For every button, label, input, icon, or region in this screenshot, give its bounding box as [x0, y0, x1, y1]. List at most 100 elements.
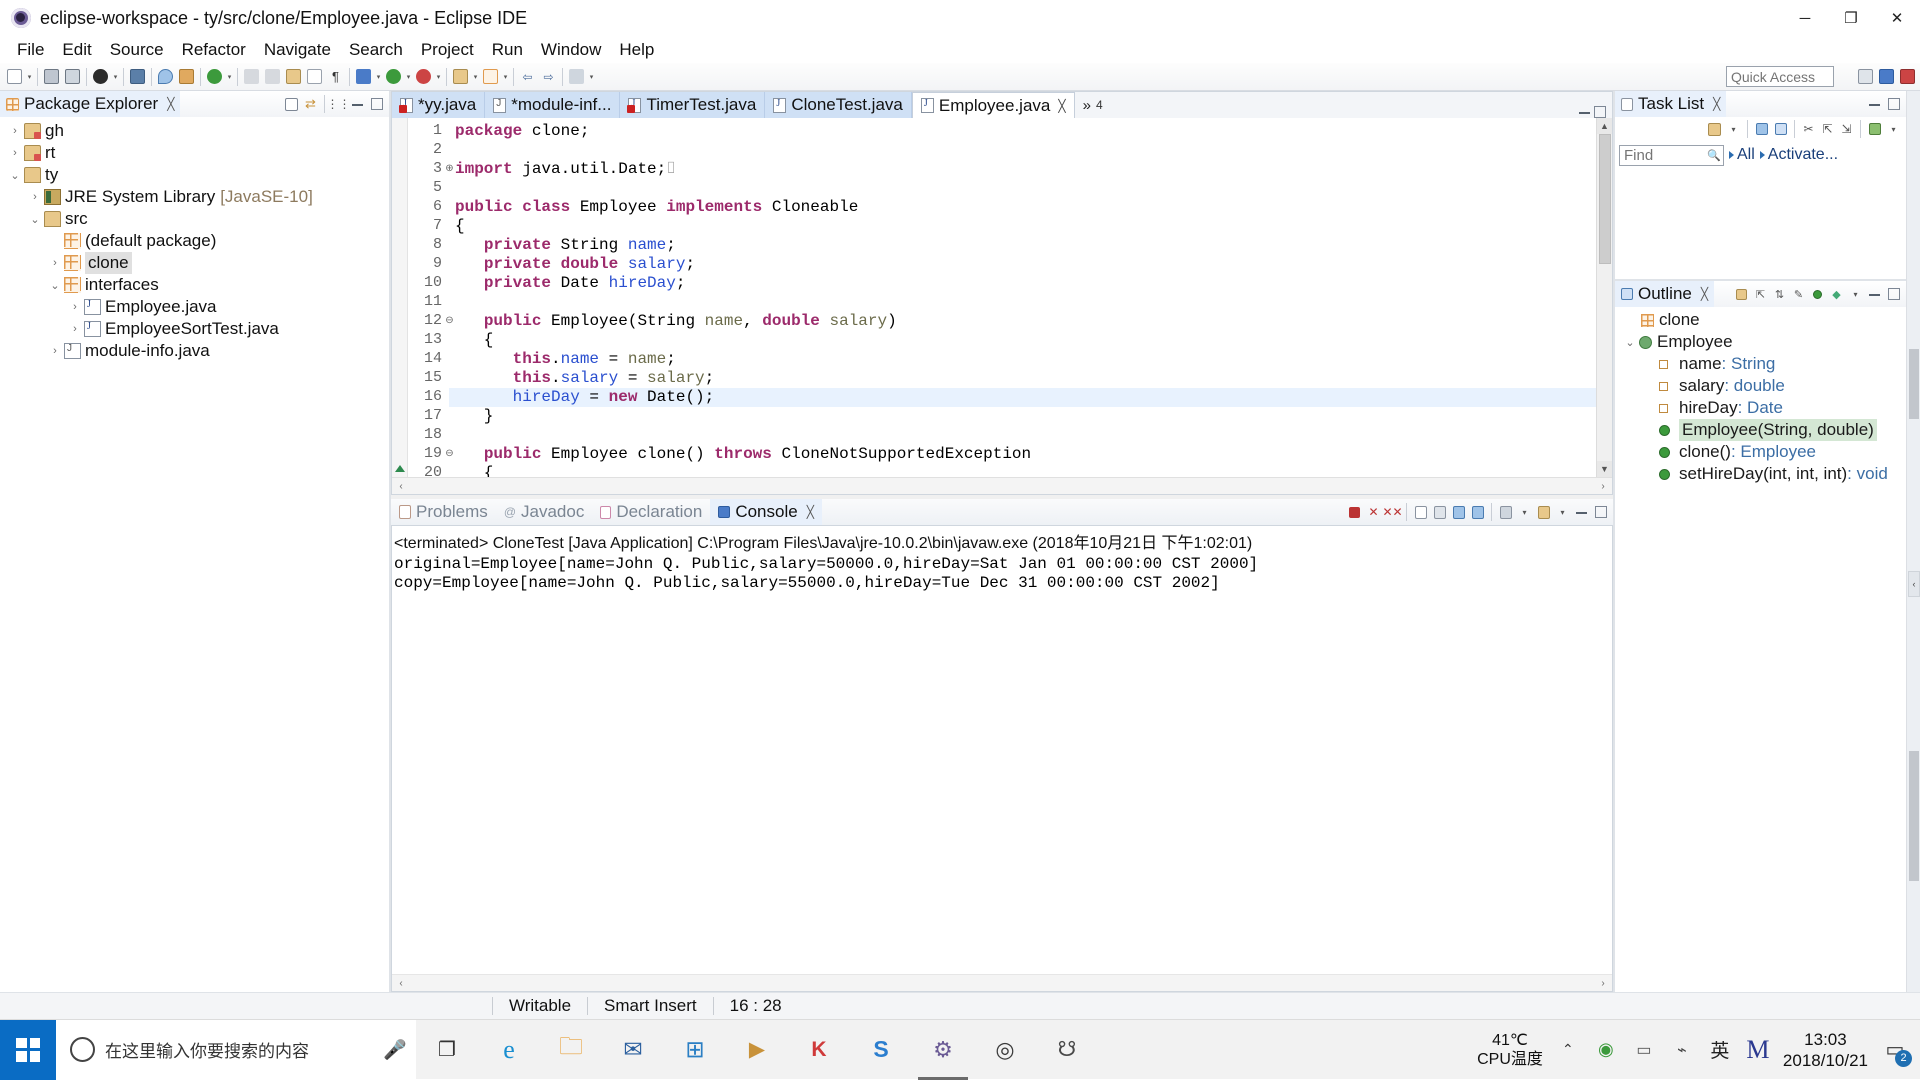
hide-static-icon[interactable] [1809, 285, 1826, 303]
link-with-editor-icon[interactable]: ⇄ [302, 95, 319, 113]
outline-item[interactable]: name : String [1615, 353, 1906, 375]
tree-row[interactable]: › rt [0, 142, 389, 164]
maximize-view-icon[interactable] [1885, 95, 1902, 113]
menu-file[interactable]: File [8, 38, 53, 62]
run-external-arrow[interactable]: ▾ [225, 66, 234, 88]
outline-item[interactable]: setHireDay(int, int, int) : void [1615, 463, 1906, 485]
editor-horizontal-scrollbar[interactable]: ‹ › [392, 477, 1612, 494]
remove-launch-icon[interactable]: ✕ [1365, 503, 1382, 521]
collapse-all-icon[interactable]: ⇱ [1819, 120, 1836, 138]
view-menu-icon[interactable]: ⋮⋮ [327, 95, 351, 113]
close-icon[interactable]: ╳ [807, 505, 814, 519]
editor-tab-yy[interactable]: *yy.java [392, 92, 486, 118]
outline-tree[interactable]: clone ⌄ Employee name : String salary: … [1615, 307, 1906, 992]
schedule-icon[interactable] [1772, 120, 1789, 138]
menu-help[interactable]: Help [610, 38, 663, 62]
chevron-more-icon[interactable]: » [1083, 97, 1091, 114]
console-output-area[interactable]: <terminated> CloneTest [Java Application… [391, 525, 1613, 992]
twisty-icon[interactable]: › [66, 301, 84, 313]
search-icon[interactable] [155, 66, 176, 88]
task-view-button[interactable]: ❐ [416, 1020, 478, 1080]
tree-row[interactable]: › gh [0, 120, 389, 142]
new-java-project-icon[interactable] [450, 66, 471, 88]
twisty-icon[interactable]: ⌄ [6, 169, 24, 182]
tree-row[interactable]: › EmployeeSortTest.java [0, 318, 389, 340]
terminate-icon[interactable] [1346, 503, 1363, 521]
tab-package-explorer[interactable]: Package Explorer ╳ [0, 91, 181, 117]
editor-tab-employee[interactable]: Employee.java ╳ [911, 92, 1075, 118]
close-icon[interactable]: ╳ [1701, 287, 1708, 301]
twisty-icon[interactable]: › [26, 191, 44, 203]
new-java-arrow[interactable]: ▾ [471, 66, 480, 88]
debug-icon[interactable] [90, 66, 111, 88]
coverage-icon[interactable] [413, 66, 434, 88]
maximize-console-icon[interactable] [1592, 503, 1609, 521]
view-menu-icon[interactable] [1866, 120, 1883, 138]
close-icon[interactable]: ╳ [1713, 97, 1720, 111]
restore-view-icon[interactable]: ‹ [1908, 571, 1920, 597]
tab-outline[interactable]: Outline ╳ [1615, 281, 1715, 307]
battery-icon[interactable]: ▭ [1631, 1037, 1657, 1063]
last-edit-icon[interactable] [283, 66, 304, 88]
minimize-editor-icon[interactable] [1579, 111, 1590, 114]
editor-vertical-scrollbar[interactable]: ▲ ▼ [1596, 118, 1612, 477]
open-type-icon[interactable] [176, 66, 197, 88]
tree-row[interactable]: ⌄ src [0, 208, 389, 230]
antivirus-shield-icon[interactable]: ◉ [1593, 1037, 1619, 1063]
kingsoft-button[interactable]: K [788, 1020, 850, 1080]
tree-row[interactable]: ⌄ ty [0, 164, 389, 186]
coverage-arrow[interactable]: ▾ [434, 66, 443, 88]
microsoft-store-button[interactable]: ⊞ [664, 1020, 726, 1080]
outline-item-constructor[interactable]: Employee(String, double) [1615, 419, 1906, 441]
outline-item[interactable]: clone [1615, 309, 1906, 331]
maximize-editor-icon[interactable] [1594, 106, 1606, 118]
sogou-input-button[interactable]: S [850, 1020, 912, 1080]
tree-row-clone[interactable]: › clone [0, 252, 389, 274]
twisty-icon[interactable]: › [66, 323, 84, 335]
scroll-thumb[interactable] [1599, 134, 1611, 264]
next-annotation-icon[interactable] [241, 66, 262, 88]
search-icon[interactable]: 🔍 [1707, 149, 1721, 162]
editor-tab-clonetest[interactable]: CloneTest.java [765, 92, 912, 118]
categorize-icon[interactable] [1753, 120, 1770, 138]
expand-all-icon[interactable]: ⇲ [1838, 120, 1855, 138]
minimize-view-icon[interactable] [349, 95, 366, 113]
run-arrow[interactable]: ▾ [404, 66, 413, 88]
menu-search[interactable]: Search [340, 38, 412, 62]
editor-tab-timertest[interactable]: TimerTest.java [620, 92, 766, 118]
back-icon[interactable]: ⇦ [517, 66, 538, 88]
microphone-icon[interactable]: 🎤 [374, 1038, 416, 1062]
console-horizontal-scrollbar[interactable]: ‹ › [392, 974, 1612, 991]
tree-row[interactable]: (default package) [0, 230, 389, 252]
tab-task-list[interactable]: Task List ╳ [1615, 91, 1727, 117]
twisty-icon[interactable]: ⌄ [46, 279, 64, 292]
new-task-icon[interactable] [1706, 120, 1723, 138]
open-console-icon[interactable] [1535, 503, 1552, 521]
ime-language-icon[interactable]: 英 [1707, 1037, 1733, 1063]
scroll-right-icon[interactable]: › [1594, 481, 1612, 492]
editor-tab-overflow[interactable]: » 4 [1074, 92, 1111, 118]
onedrive-icon[interactable]: M [1745, 1035, 1771, 1064]
show-hidden-icons-icon[interactable]: ⌃ [1555, 1037, 1581, 1063]
editor-body[interactable]: 1 2 3 ⊕ 5 6 7 8 9 10 11 12 ⊖ 13 14 15 16… [392, 118, 1612, 481]
outline-item[interactable]: ⌄ Employee [1615, 331, 1906, 353]
menu-refactor[interactable]: Refactor [173, 38, 255, 62]
show-console-on-error-icon[interactable] [1469, 503, 1486, 521]
scroll-right-icon[interactable]: › [1594, 978, 1612, 989]
twisty-icon[interactable]: › [6, 147, 24, 159]
clock[interactable]: 13:03 2018/10/21 [1783, 1029, 1868, 1071]
focus-on-active-task-icon[interactable] [1733, 285, 1750, 303]
sort-icon[interactable]: ⇅ [1771, 285, 1788, 303]
video-app-button[interactable]: ▶ [726, 1020, 788, 1080]
tree-row[interactable]: › Employee.java [0, 296, 389, 318]
minimize-console-icon[interactable] [1573, 503, 1590, 521]
rail-thumb-top[interactable] [1909, 349, 1919, 419]
scroll-left-icon[interactable]: ‹ [392, 978, 410, 989]
rail-thumb-bottom[interactable] [1909, 751, 1919, 881]
menu-window[interactable]: Window [532, 38, 610, 62]
tree-row[interactable]: ⌄ interfaces [0, 274, 389, 296]
scroll-down-icon[interactable]: ▼ [1597, 461, 1612, 477]
tree-row[interactable]: › module-info.java [0, 340, 389, 362]
twisty-icon[interactable]: › [46, 345, 64, 357]
terminal-icon[interactable] [127, 66, 148, 88]
